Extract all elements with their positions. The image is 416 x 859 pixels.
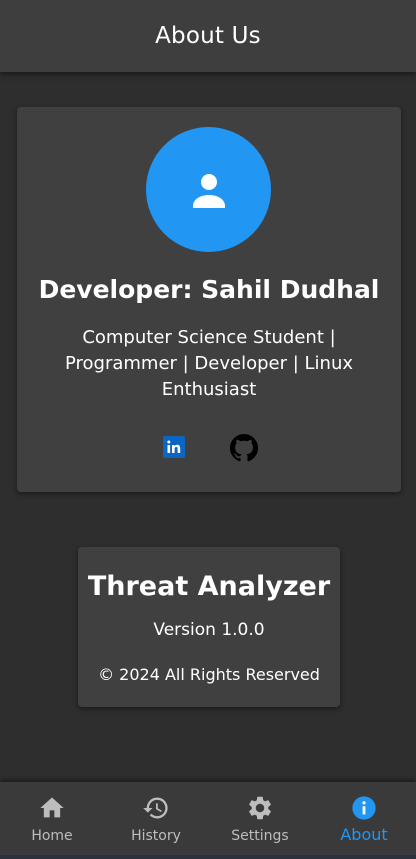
nav-label-settings: Settings — [231, 828, 289, 844]
system-strip — [0, 855, 416, 859]
nav-item-settings[interactable]: Settings — [208, 782, 312, 859]
app-bar: About Us — [0, 0, 416, 72]
person-icon — [192, 173, 225, 208]
avatar — [146, 127, 271, 252]
app-info-card: Threat Analyzer Version 1.0.0 © 2024 All… — [78, 547, 340, 707]
linkedin-icon[interactable] — [163, 436, 185, 458]
nav-label-home: Home — [31, 828, 73, 844]
nav-item-about[interactable]: About — [312, 782, 416, 859]
social-links — [17, 434, 401, 462]
home-icon — [40, 797, 64, 818]
copyright-text: © 2024 All Rights Reserved — [98, 665, 320, 684]
nav-item-history[interactable]: History — [104, 782, 208, 859]
developer-description: Computer Science Student | Programmer | … — [64, 327, 354, 400]
developer-name: Developer: Sahil Dudhal — [38, 275, 380, 304]
info-icon — [352, 796, 376, 820]
gear-icon — [249, 796, 271, 820]
nav-label-history: History — [131, 828, 181, 844]
history-icon — [143, 797, 168, 819]
developer-card: Developer: Sahil Dudhal Computer Science… — [17, 107, 401, 492]
github-icon[interactable] — [230, 434, 258, 462]
app-version: Version 1.0.0 — [153, 620, 265, 640]
nav-item-home[interactable]: Home — [0, 782, 104, 859]
app-name: Threat Analyzer — [87, 571, 331, 602]
page-title: About Us — [155, 23, 261, 49]
nav-label-about: About — [340, 825, 388, 844]
bottom-navigation: Home History Settings About — [0, 782, 416, 859]
